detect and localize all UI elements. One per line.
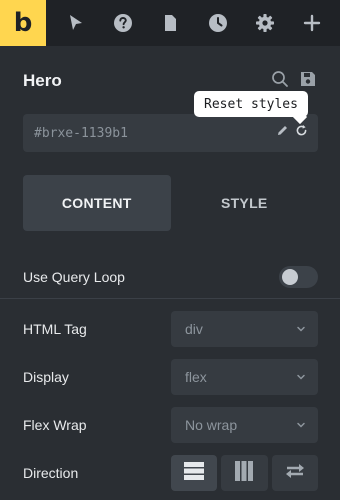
section-divider: [0, 298, 340, 299]
chevron-down-icon: [296, 324, 306, 334]
direction-row-button[interactable]: [221, 455, 268, 491]
row-icon: [233, 460, 255, 487]
chevron-down-icon: [296, 372, 306, 382]
display-select[interactable]: flex: [171, 359, 318, 395]
direction-label: Direction: [23, 465, 79, 481]
html-tag-select[interactable]: div: [171, 311, 318, 347]
flex-wrap-select[interactable]: No wrap: [171, 407, 318, 443]
flex-wrap-row: Flex Wrap No wrap: [23, 407, 318, 443]
direction-row: Direction: [23, 455, 318, 491]
tab-style[interactable]: STYLE: [171, 175, 319, 231]
display-row: Display flex: [23, 359, 318, 395]
reset-icon[interactable]: [295, 124, 308, 142]
element-title: Hero: [23, 71, 62, 90]
settings-icon[interactable]: [253, 11, 277, 35]
display-label: Display: [23, 369, 69, 385]
help-icon[interactable]: [111, 11, 135, 35]
history-icon[interactable]: [206, 11, 230, 35]
page-icon[interactable]: [158, 11, 182, 35]
element-header-icons: [271, 70, 317, 93]
save-icon[interactable]: [299, 70, 317, 93]
brand-logo[interactable]: b: [0, 0, 46, 46]
reset-styles-tooltip: Reset styles: [194, 91, 308, 117]
chevron-down-icon: [296, 420, 306, 430]
toolbar-icons: [46, 11, 340, 35]
query-loop-row: Use Query Loop: [23, 265, 318, 289]
html-tag-row: HTML Tag div: [23, 311, 318, 347]
direction-buttons: [171, 455, 318, 491]
direction-reverse-button[interactable]: [271, 455, 318, 491]
reverse-icon: [284, 460, 306, 487]
element-header: Hero: [23, 70, 317, 92]
add-icon[interactable]: [300, 11, 324, 35]
search-icon[interactable]: [271, 70, 289, 93]
top-toolbar: b: [0, 0, 340, 46]
element-id-value: #brxe-1139b1: [34, 125, 128, 141]
html-tag-label: HTML Tag: [23, 321, 87, 337]
query-loop-label: Use Query Loop: [23, 269, 125, 285]
tab-content[interactable]: CONTENT: [23, 175, 171, 231]
brand-logo-letter: b: [13, 8, 33, 38]
cursor-icon[interactable]: [64, 11, 88, 35]
id-field-icons: [276, 124, 308, 142]
html-tag-value: div: [185, 321, 203, 337]
column-icon: [183, 460, 205, 487]
flex-wrap-label: Flex Wrap: [23, 417, 87, 433]
edit-icon[interactable]: [276, 124, 289, 142]
direction-column-button[interactable]: [171, 455, 218, 491]
toggle-knob: [282, 269, 298, 285]
panel-tabs: CONTENT STYLE: [23, 175, 318, 231]
flex-wrap-value: No wrap: [185, 417, 238, 433]
display-value: flex: [185, 369, 207, 385]
query-loop-toggle[interactable]: [279, 266, 318, 288]
element-id-field[interactable]: #brxe-1139b1: [23, 114, 318, 152]
